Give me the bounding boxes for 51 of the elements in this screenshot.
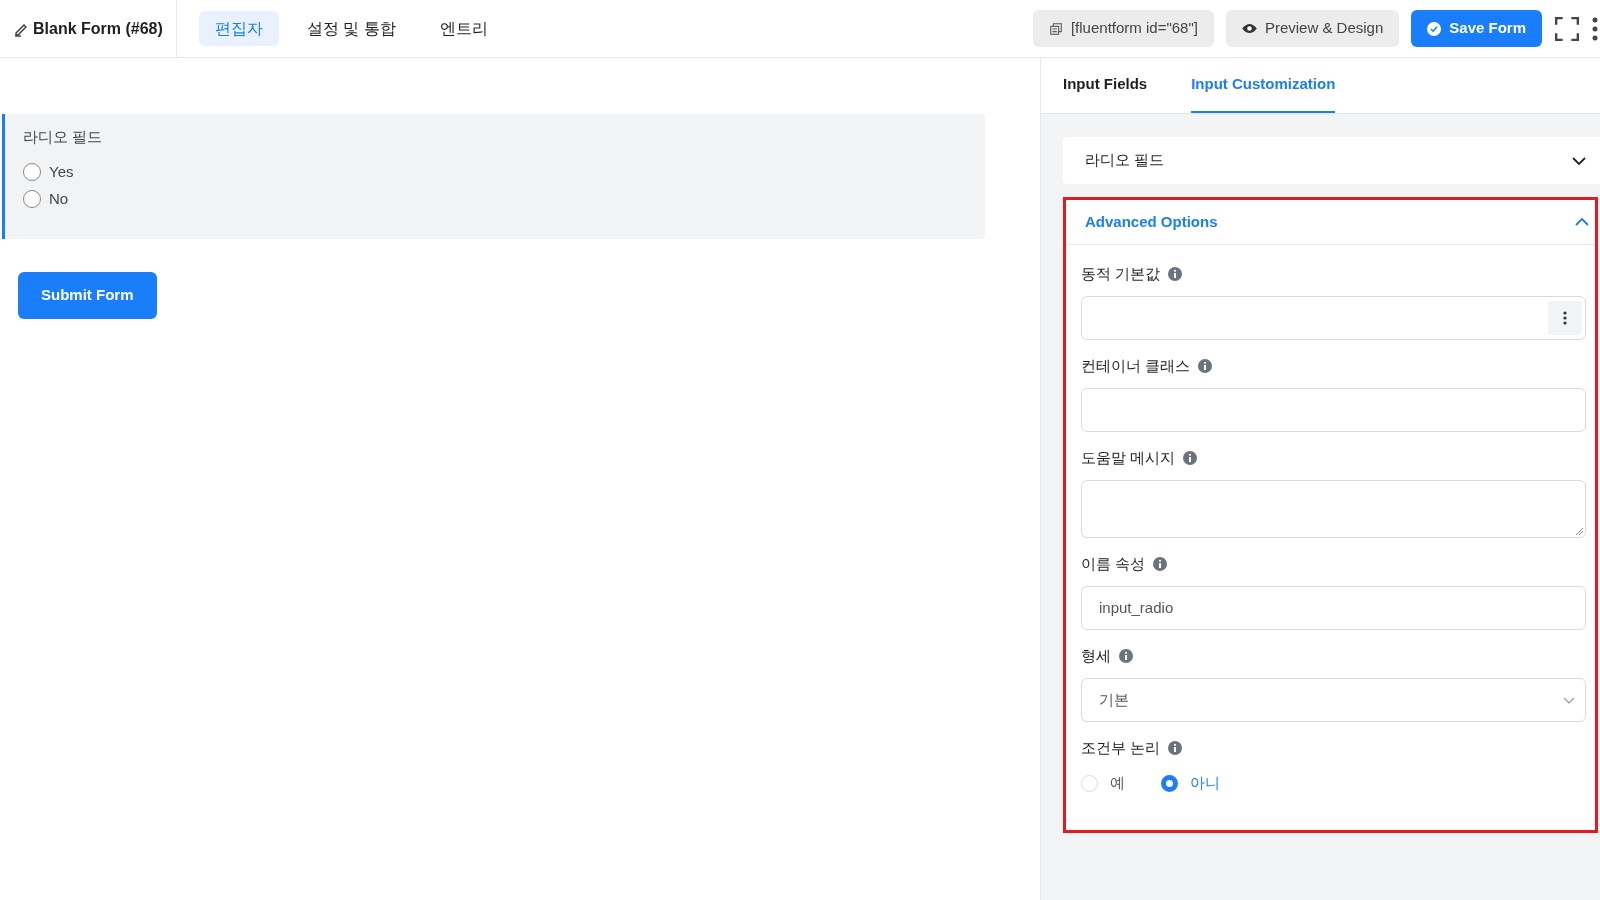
field-label: 이름 속성	[1081, 553, 1146, 574]
section-header[interactable]: Advanced Options	[1066, 200, 1595, 245]
field-label: 도움말 메시지	[1081, 447, 1176, 468]
preview-design-button[interactable]: Preview & Design	[1225, 10, 1400, 47]
section-title: 라디오 필드	[1085, 150, 1165, 171]
info-icon[interactable]	[1168, 741, 1183, 755]
radio-option[interactable]: 아니	[1161, 771, 1220, 795]
info-icon[interactable]	[1168, 267, 1183, 281]
radio-option[interactable]: 예	[1081, 771, 1125, 795]
panel-tab[interactable]: Input Customization	[1191, 58, 1336, 113]
select-dropdown[interactable]: 기본	[1081, 678, 1586, 722]
text-input[interactable]: input_radio	[1081, 586, 1586, 630]
editor-tab[interactable]: 엔트리	[423, 11, 504, 46]
section-header[interactable]: 라디오 필드	[1063, 137, 1600, 184]
info-icon[interactable]	[1153, 557, 1168, 571]
radio-option[interactable]: Yes	[23, 158, 967, 186]
eye-icon	[1241, 23, 1257, 34]
text-input[interactable]	[1081, 296, 1586, 340]
save-form-button[interactable]: Save Form	[1411, 10, 1542, 47]
option-label: No	[49, 188, 69, 209]
text-input[interactable]	[1081, 388, 1586, 432]
check-circle-icon	[1427, 21, 1442, 36]
form-title: Blank Form (#68)	[33, 18, 163, 39]
field-label: 조건부 논리	[1081, 737, 1161, 758]
more-icon[interactable]	[1563, 311, 1567, 325]
shortcode-button[interactable]: [fluentform id="68"]	[1032, 10, 1214, 47]
info-icon[interactable]	[1198, 359, 1213, 373]
field-label: 컨테이너 클래스	[1081, 355, 1191, 376]
submit-form-button[interactable]: Submit Form	[18, 272, 157, 319]
field-label: 동적 기본값	[1081, 263, 1161, 284]
info-icon[interactable]	[1119, 649, 1133, 663]
option-label: 아니	[1190, 772, 1220, 793]
field-label: 라디오 필드	[23, 127, 104, 147]
editor-tab[interactable]: 설정 및 통합	[290, 11, 412, 46]
section-title: Advanced Options	[1085, 211, 1218, 232]
radio-button[interactable]	[23, 190, 41, 208]
radio-button[interactable]	[23, 163, 41, 181]
select-value: 기본	[1099, 689, 1129, 710]
textarea-input[interactable]	[1081, 480, 1586, 538]
option-label: Yes	[49, 161, 74, 182]
field-label: 형세	[1081, 645, 1111, 666]
chevron-icon	[1563, 696, 1575, 704]
more-icon[interactable]	[1592, 16, 1598, 41]
radio-option[interactable]: No	[23, 185, 967, 213]
copy-icon	[1048, 21, 1063, 36]
fullscreen-icon[interactable]	[1554, 15, 1580, 42]
radio-button[interactable]	[1161, 774, 1178, 792]
option-label: 예	[1110, 772, 1125, 793]
resize-handle-icon[interactable]	[1575, 527, 1583, 535]
panel-tab[interactable]: Input Fields	[1063, 58, 1148, 113]
info-icon[interactable]	[1183, 451, 1198, 465]
